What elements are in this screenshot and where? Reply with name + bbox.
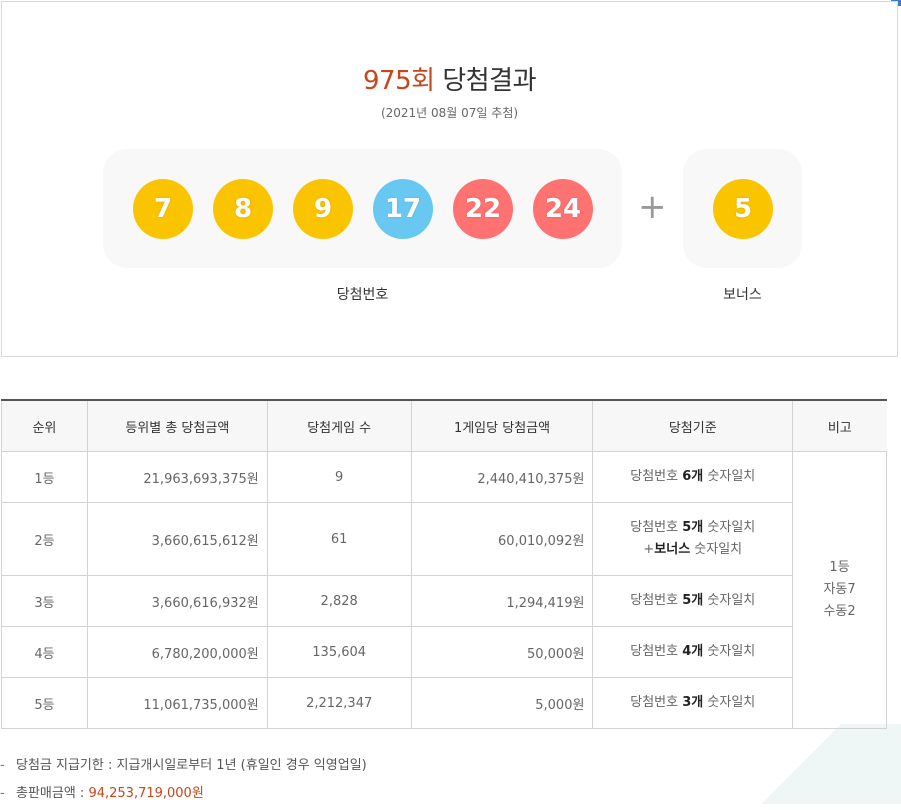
winner-count-cell: 2,212,347 [266, 677, 412, 729]
header-total-prize: 등위별 총 당첨금액 [86, 399, 268, 452]
total-sales-label: 총판매금액 : [16, 786, 89, 801]
bullet-dash: - [0, 758, 5, 773]
header-rank: 순위 [1, 399, 88, 452]
criteria-cell: 당첨번호 4개 숫자일치 [592, 626, 794, 678]
total-prize-cell: 11,061,735,000원 [86, 677, 268, 729]
per-game-prize-cell: 1,294,419원 [410, 575, 594, 627]
rank-cell: 5등 [1, 677, 88, 729]
background-decoration [701, 724, 901, 804]
header-per-game-prize: 1게임당 당첨금액 [410, 399, 593, 452]
total-prize-cell: 6,780,200,000원 [86, 626, 268, 678]
header-remarks: 비고 [792, 399, 887, 452]
winner-count-cell: 9 [266, 451, 412, 503]
winner-count-cell: 61 [266, 502, 412, 576]
winning-ball: 7 [133, 179, 193, 239]
winning-ball: 22 [453, 179, 513, 239]
table-row: 4등 6,780,200,000원 135,604 50,000원 당첨번호 4… [1, 626, 887, 678]
winning-ball: 9 [293, 179, 353, 239]
winning-ball: 17 [373, 179, 433, 239]
winner-count-cell: 2,828 [266, 575, 412, 627]
prize-table: 순위 등위별 총 당첨금액 당첨게임 수 1게임당 당첨금액 당첨기준 비고 1… [1, 399, 887, 729]
winning-ball: 8 [213, 179, 273, 239]
winning-ball: 24 [533, 179, 593, 239]
criteria-cell: 당첨번호 3개 숫자일치 [592, 677, 794, 729]
criteria-cell: 당첨번호 5개 숫자일치 [592, 575, 794, 627]
winning-numbers-panel: 7 8 9 17 22 24 [103, 149, 622, 268]
page-title: 975회 당첨결과 [2, 60, 897, 97]
table-header-row: 순위 등위별 총 당첨금액 당첨게임 수 1게임당 당첨금액 당첨기준 비고 [1, 399, 887, 452]
payout-deadline-text: 당첨금 지급기한 : 지급개시일로부터 1년 (휴일인 경우 익영업일) [16, 758, 367, 773]
total-prize-cell: 21,963,693,375원 [86, 451, 268, 503]
title-text: 당첨결과 [442, 66, 536, 96]
plus-icon: + [638, 187, 667, 227]
winner-count-cell: 135,604 [266, 626, 412, 678]
table-row: 1등 21,963,693,375원 9 2,440,410,375원 당첨번호… [1, 451, 887, 729]
rank-cell: 4등 [1, 626, 88, 678]
rank-cell: 3등 [1, 575, 88, 627]
payout-deadline-note: - 당첨금 지급기한 : 지급개시일로부터 1년 (휴일인 경우 익영업일) [0, 754, 367, 782]
remarks-cell: 1등 자동7 수동2 [792, 451, 887, 729]
criteria-cell: 당첨번호 5개 숫자일치 +보너스 숫자일치 [592, 502, 794, 576]
per-game-prize-cell: 60,010,092원 [410, 502, 594, 576]
total-sales-value: 94,253,719,000원 [88, 786, 204, 801]
notes-section: - 당첨금 지급기한 : 지급개시일로부터 1년 (휴일인 경우 익영업일) -총… [0, 754, 367, 810]
per-game-prize-cell: 50,000원 [410, 626, 594, 678]
round-number: 975회 [363, 66, 435, 96]
header-criteria: 당첨기준 [592, 399, 793, 452]
bonus-ball: 5 [713, 179, 773, 239]
draw-result-panel: 975회 당첨결과 (2021년 08월 07일 추첨) 7 8 9 17 22… [1, 1, 898, 357]
total-prize-cell: 3,660,616,932원 [86, 575, 268, 627]
bonus-label: 보너스 [723, 287, 762, 303]
per-game-prize-cell: 5,000원 [410, 677, 594, 729]
draw-date: (2021년 08월 07일 추첨) [380, 106, 519, 120]
rank-cell: 2등 [1, 502, 88, 576]
table-row: 5등 11,061,735,000원 2,212,347 5,000원 당첨번호… [1, 677, 887, 729]
winning-numbers-label: 당첨번호 [336, 287, 389, 303]
rank-cell: 1등 [1, 451, 88, 503]
bonus-number-panel: 5 [683, 149, 802, 268]
total-sales-note: - 총판매금액 : 94,253,719,000원 [0, 782, 367, 810]
per-game-prize-cell: 2,440,410,375원 [410, 451, 594, 503]
bullet-dash: - [0, 786, 5, 801]
header-winner-count: 당첨게임 수 [266, 399, 412, 452]
total-prize-cell: 3,660,615,612원 [86, 502, 268, 576]
table-row: 3등 3,660,616,932원 2,828 1,294,419원 당첨번호 … [1, 575, 887, 627]
criteria-cell: 당첨번호 6개 숫자일치 [592, 451, 794, 503]
table-row: 2등 3,660,615,612원 61 60,010,092원 당첨번호 5개… [1, 502, 887, 576]
